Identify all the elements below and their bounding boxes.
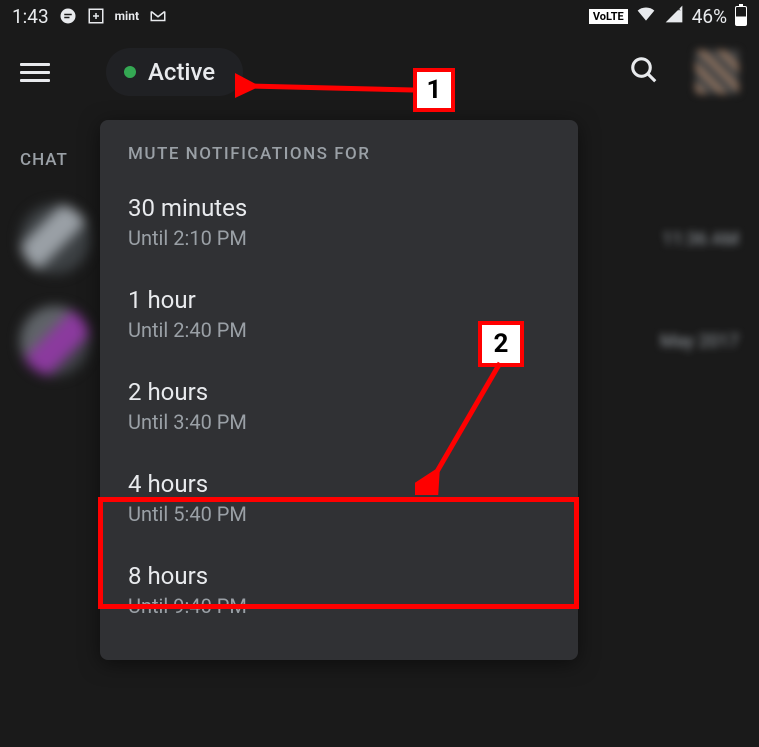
battery-icon	[735, 6, 747, 26]
wifi-icon	[636, 4, 656, 29]
option-subtitle: Until 2:10 PM	[128, 226, 550, 250]
mute-option-2hr[interactable]: 2 hours Until 3:40 PM	[100, 360, 578, 452]
search-icon[interactable]	[629, 55, 659, 89]
option-label: 2 hours	[128, 378, 550, 406]
signal-icon: x	[664, 4, 684, 29]
mute-option-4hr[interactable]: 4 hours Until 5:40 PM	[100, 452, 578, 544]
annotation-box-2: 2	[478, 321, 524, 367]
message-icon	[59, 7, 77, 25]
popup-title: MUTE NOTIFICATIONS FOR	[100, 144, 578, 176]
status-time: 1:43	[12, 5, 49, 28]
hamburger-menu-icon[interactable]	[20, 58, 50, 87]
option-subtitle: Until 5:40 PM	[128, 502, 550, 526]
status-chip-label: Active	[148, 58, 215, 86]
status-right: VoLTE x 46%	[589, 4, 747, 29]
battery-percent: 46%	[692, 5, 727, 28]
option-subtitle: Until 9:40 PM	[128, 594, 550, 618]
option-label: 8 hours	[128, 562, 550, 590]
option-label: 30 minutes	[128, 194, 550, 222]
chat-time: May 2017	[660, 331, 739, 352]
chat-time: 11:36 AM	[662, 229, 739, 250]
option-label: 4 hours	[128, 470, 550, 498]
app-header: Active	[0, 32, 759, 112]
status-chip-active[interactable]: Active	[106, 48, 243, 96]
volte-badge: VoLTE	[589, 9, 628, 24]
mint-icon: mint	[115, 9, 139, 23]
profile-avatar[interactable]	[695, 50, 739, 94]
presence-dot-icon	[124, 66, 136, 78]
mute-option-8hr[interactable]: 8 hours Until 9:40 PM	[100, 544, 578, 636]
annotation-box-1: 1	[413, 68, 455, 112]
option-subtitle: Until 3:40 PM	[128, 410, 550, 434]
gmail-icon	[149, 7, 167, 25]
chat-avatar	[20, 204, 90, 274]
plus-box-icon	[87, 7, 105, 25]
status-bar: 1:43 mint VoLTE x 46%	[0, 0, 759, 32]
chat-avatar	[20, 306, 90, 376]
status-left: 1:43 mint	[12, 5, 167, 28]
option-label: 1 hour	[128, 286, 550, 314]
mute-notifications-popup: MUTE NOTIFICATIONS FOR 30 minutes Until …	[100, 120, 578, 660]
mute-option-30min[interactable]: 30 minutes Until 2:10 PM	[100, 176, 578, 268]
